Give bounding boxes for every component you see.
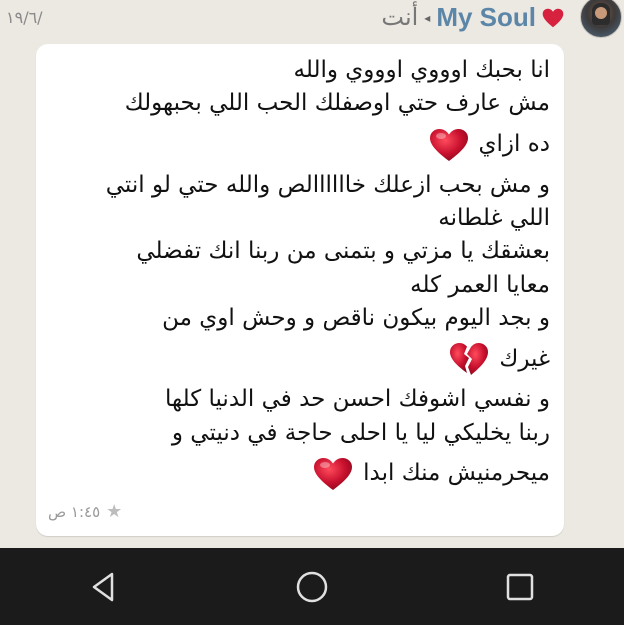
heart-icon [542, 8, 564, 27]
message-line: بعشقك يا مزتي و بتمنى من ربنا انك تفضلي [136, 238, 550, 265]
avatar[interactable] [580, 0, 622, 38]
contact-name: My Soul [436, 2, 536, 32]
date-label: ١٩/٦/ [6, 8, 43, 27]
message-meta: ★ ١:٤٥ ص [48, 501, 122, 522]
chat-header: ١٩/٦/ My Soul ◂ أنت [0, 0, 624, 40]
broken-heart-icon [450, 343, 489, 376]
recipient-arrow-icon: ◂ [424, 10, 431, 25]
message-line-with-broken-heart: غيرك [40, 335, 550, 383]
message-line: اللي غلطانه [438, 205, 550, 232]
recents-icon [506, 573, 534, 600]
message-line: ده ازاي [478, 131, 551, 158]
message-line-with-heart: ميحرمنيش منك ابدا [40, 450, 550, 498]
message-text: انا بحبك اوووي اوووي والله مش عارف حتي ا… [40, 54, 550, 498]
message-line: غيرك [499, 345, 550, 372]
home-button[interactable] [282, 557, 342, 617]
navigation-bar [0, 548, 624, 625]
message-line: ميحرمنيش منك ابدا [363, 460, 550, 487]
message-line: و نفسي اشوفك احسن حد في الدنيا كلها [164, 386, 550, 413]
message-line: انا بحبك اوووي اوووي والله [293, 57, 551, 83]
recipient-label: أنت [381, 4, 419, 31]
back-button[interactable] [74, 557, 134, 617]
message-line: ربنا يخليكي ليا يا احلى حاجة في دنيتي و [171, 419, 550, 446]
red-heart-icon [314, 458, 353, 491]
red-heart-icon [429, 128, 468, 161]
message-line: و بجد اليوم بيكون ناقص و وحش اوي من [162, 305, 550, 332]
message-line: مش عارف حتي اوصفلك الحب اللي بحبهولك [124, 90, 550, 117]
home-icon [296, 571, 328, 602]
star-icon: ★ [106, 501, 123, 522]
message-line: معايا العمر كله [410, 271, 550, 298]
back-icon [92, 572, 114, 601]
avatar-face [595, 7, 607, 19]
conversation-title[interactable]: My Soul ◂ أنت [381, 2, 564, 33]
message-line-with-heart: ده ازاي [40, 121, 550, 169]
message-time: ١:٤٥ ص [48, 502, 101, 521]
recents-button[interactable] [490, 557, 550, 617]
message-bubble[interactable]: انا بحبك اوووي اوووي والله مش عارف حتي ا… [36, 44, 564, 536]
message-line: و مش بحب ازعلك خاااااالص والله حتي لو ان… [105, 171, 550, 198]
